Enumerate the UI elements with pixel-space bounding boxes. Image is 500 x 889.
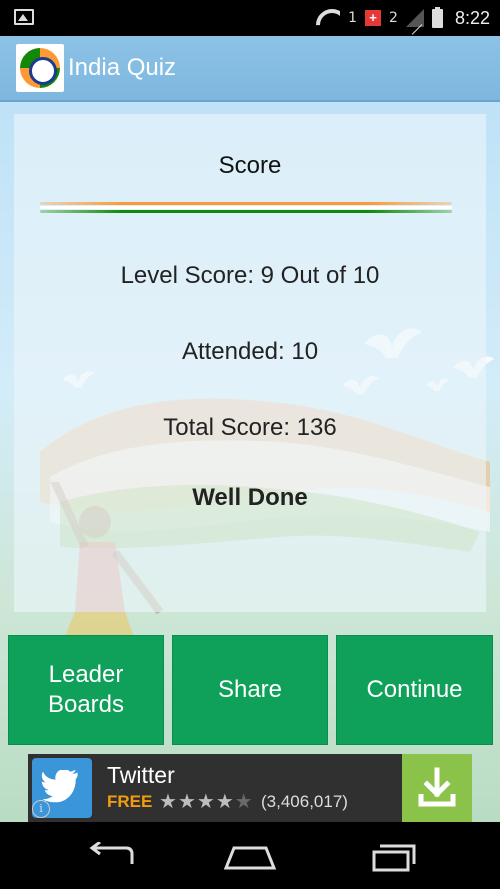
app-title: India Quiz (68, 54, 177, 81)
back-icon[interactable] (82, 842, 142, 872)
score-card: Score Level Score: 9 Out of 10 Attended:… (14, 114, 486, 612)
ad-info-icon[interactable]: i (32, 800, 50, 818)
ad-banner[interactable]: i Twitter FREE ★★★★★ (3,406,017) (28, 754, 472, 822)
continue-label: Continue (366, 676, 463, 703)
ad-review-count: (3,406,017) (261, 792, 348, 811)
total-score-text: Total Score: 136 (163, 414, 337, 441)
level-score-text: Level Score: 9 Out of 10 (120, 262, 380, 289)
tricolor-divider (40, 202, 452, 214)
clock: 8:22 (454, 7, 490, 28)
navigation-bar (0, 822, 500, 889)
gallery-notification-icon (14, 9, 34, 25)
status-bar: 1 + 2 8:22 (0, 0, 500, 36)
share-button[interactable]: Share (172, 635, 328, 745)
share-label: Share (217, 676, 283, 703)
star-icon: ★ (159, 789, 178, 813)
sim1-icon: 1 (348, 10, 358, 26)
signal-icon (405, 9, 424, 27)
wifi-icon (316, 9, 340, 27)
app-bar: India Quiz (0, 36, 500, 102)
continue-button[interactable]: Continue (336, 635, 493, 745)
battery-icon (431, 6, 443, 28)
leader-boards-button[interactable]: Leader Boards (8, 635, 164, 745)
ad-rating-stars: ★★★★★ (159, 789, 254, 813)
star-empty-icon: ★ (234, 789, 254, 813)
status-icons: 1 + 2 8:22 (316, 5, 490, 31)
ad-price: FREE (107, 792, 153, 811)
well-done-message: Well Done (192, 484, 308, 511)
ad-app-name: Twitter (107, 762, 175, 788)
attended-text: Attended: 10 (181, 338, 319, 365)
star-icon: ★ (196, 789, 216, 813)
leader-boards-label-line2: Boards (47, 691, 125, 718)
star-icon: ★ (215, 789, 235, 813)
star-icon: ★ (177, 789, 197, 813)
download-icon[interactable] (402, 754, 472, 822)
leader-boards-label-line1: Leader (48, 661, 124, 688)
recent-apps-icon[interactable] (360, 842, 420, 872)
score-title: Score (218, 152, 282, 179)
home-icon[interactable] (220, 842, 280, 872)
india-quiz-logo[interactable] (16, 44, 64, 92)
swiss-flag-icon: + (365, 10, 382, 26)
sim2-icon: 2 (389, 10, 398, 26)
